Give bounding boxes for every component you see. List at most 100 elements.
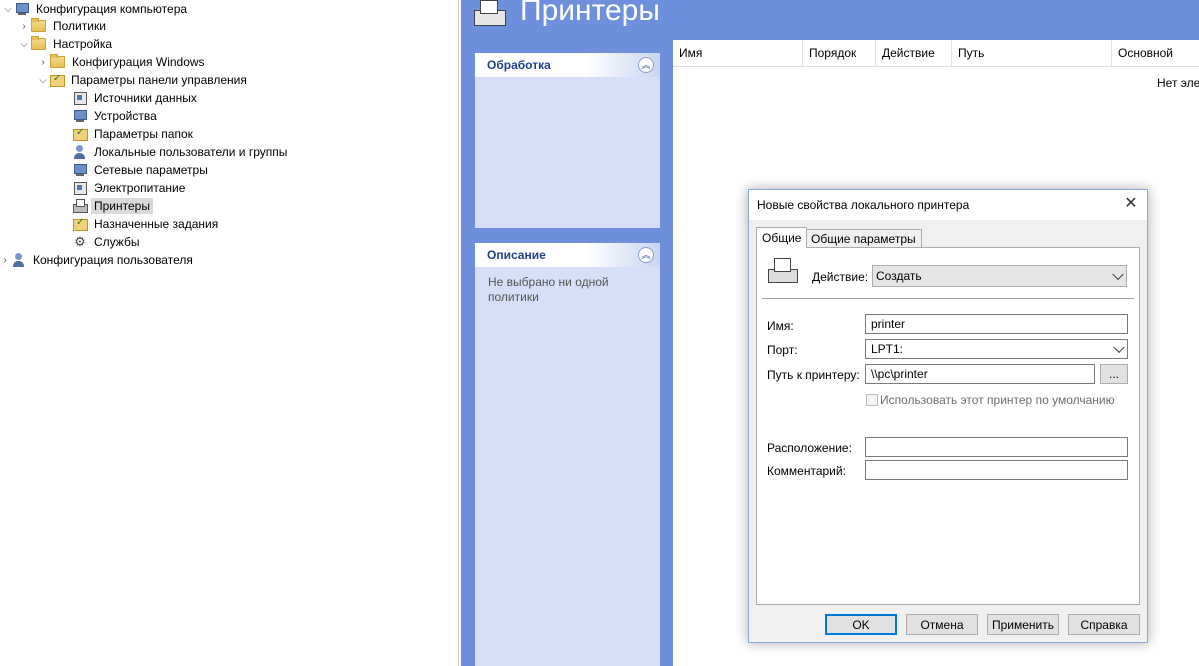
column-header-path[interactable]: Путь bbox=[952, 40, 1112, 66]
processing-panel-header[interactable]: Обработка ︽ bbox=[475, 53, 660, 77]
name-field[interactable]: printer bbox=[865, 314, 1128, 334]
tab-panel-general: Действие: Создать Имя: printer Порт: LPT… bbox=[756, 247, 1140, 605]
collapse-icon[interactable]: ︽ bbox=[638, 247, 654, 263]
printer-properties-dialog: Новые свойства локального принтера ✕ Общ… bbox=[748, 189, 1148, 643]
control-panel-icon bbox=[49, 72, 65, 88]
folder-icon bbox=[31, 36, 46, 50]
chevron-down-icon bbox=[1113, 341, 1125, 354]
tree-item-label: Сетевые параметры bbox=[94, 163, 208, 177]
processing-panel: Обработка ︽ bbox=[475, 53, 660, 228]
local-users-icon bbox=[72, 144, 88, 160]
tree-item-local-users-groups[interactable]: Локальные пользователи и группы bbox=[72, 143, 290, 161]
ok-button[interactable]: OK bbox=[825, 614, 897, 635]
chevron-down-icon[interactable]: ⌵ bbox=[18, 38, 30, 50]
location-label: Расположение: bbox=[767, 441, 852, 455]
close-icon[interactable]: ✕ bbox=[1123, 196, 1139, 212]
list-header: Имя Порядок Действие Путь Основной bbox=[673, 40, 1199, 67]
divider bbox=[762, 298, 1134, 299]
location-field[interactable] bbox=[865, 437, 1128, 457]
processing-panel-title: Обработка bbox=[487, 58, 551, 72]
scheduled-tasks-icon bbox=[72, 216, 88, 232]
printer-icon bbox=[767, 256, 801, 286]
tree-item-power-options[interactable]: Электропитание bbox=[72, 179, 188, 197]
port-label: Порт: bbox=[767, 343, 798, 357]
tree-item-label: Принтеры bbox=[91, 198, 153, 214]
chevron-down-icon[interactable]: ⌵ bbox=[37, 74, 49, 86]
tree-item-label: Конфигурация пользователя bbox=[33, 253, 193, 267]
column-header-name[interactable]: Имя bbox=[673, 40, 803, 66]
comment-label: Комментарий: bbox=[767, 464, 846, 478]
folder-icon bbox=[50, 54, 65, 68]
help-button[interactable]: Справка bbox=[1068, 614, 1140, 635]
tree-item-preferences[interactable]: ⌵ Настройка bbox=[18, 35, 115, 53]
tree-item-network-options[interactable]: Сетевые параметры bbox=[72, 161, 211, 179]
port-select[interactable]: LPT1: bbox=[865, 339, 1128, 359]
tree-item-printers[interactable]: Принтеры bbox=[72, 197, 153, 215]
page-title: Принтеры bbox=[520, 0, 660, 27]
network-icon bbox=[72, 162, 88, 178]
column-header-action[interactable]: Действие bbox=[876, 40, 952, 66]
tree-item-computer-configuration[interactable]: ⌵ Конфигурация компьютера bbox=[2, 0, 190, 18]
chevron-down-icon[interactable]: ⌵ bbox=[2, 3, 14, 15]
tree-item-label: Назначенные задания bbox=[94, 217, 219, 231]
tree-item-folder-options[interactable]: Параметры папок bbox=[72, 125, 196, 143]
description-panel-title: Описание bbox=[487, 248, 546, 262]
description-panel: Описание ︽ Не выбрано ни одной политики bbox=[475, 243, 660, 666]
tree-item-scheduled-tasks[interactable]: Назначенные задания bbox=[72, 215, 221, 233]
tab-general[interactable]: Общие bbox=[756, 227, 808, 248]
dialog-title: Новые свойства локального принтера bbox=[757, 198, 970, 212]
tree-item-devices[interactable]: Устройства bbox=[72, 107, 160, 125]
chevron-right-icon[interactable]: › bbox=[18, 20, 30, 32]
chevron-right-icon[interactable]: › bbox=[0, 254, 11, 266]
devices-icon bbox=[72, 108, 88, 124]
column-header-order[interactable]: Порядок bbox=[803, 40, 876, 66]
apply-button[interactable]: Применить bbox=[987, 614, 1059, 635]
printer-path-label: Путь к принтеру: bbox=[767, 368, 860, 382]
tree-item-label: Локальные пользователи и группы bbox=[94, 145, 288, 159]
tree-item-label: Источники данных bbox=[94, 91, 197, 105]
user-config-icon bbox=[11, 252, 27, 268]
folder-options-icon bbox=[72, 126, 88, 142]
tree-item-label: Параметры папок bbox=[94, 127, 193, 141]
action-select-value: Создать bbox=[876, 269, 922, 283]
tree-item-label: Конфигурация Windows bbox=[72, 55, 205, 69]
power-icon bbox=[72, 180, 88, 196]
port-select-value: LPT1: bbox=[871, 342, 904, 356]
name-label: Имя: bbox=[767, 319, 794, 333]
tree-item-label: Политики bbox=[53, 19, 106, 33]
cancel-button[interactable]: Отмена bbox=[906, 614, 978, 635]
collapse-icon[interactable]: ︽ bbox=[638, 57, 654, 73]
printer-icon bbox=[470, 0, 510, 28]
tree-item-label: Службы bbox=[94, 235, 140, 249]
action-select[interactable]: Создать bbox=[872, 265, 1127, 287]
computer-icon bbox=[14, 1, 30, 17]
description-panel-header[interactable]: Описание ︽ bbox=[475, 243, 660, 267]
column-header-default[interactable]: Основной bbox=[1112, 40, 1199, 66]
description-text: Не выбрано ни одной политики bbox=[488, 275, 609, 304]
printer-icon bbox=[72, 198, 88, 214]
default-printer-label: Использовать этот принтер по умолчанию bbox=[880, 393, 1115, 407]
console-tree: ⌵ Конфигурация компьютера › Политики ⌵ Н… bbox=[0, 0, 459, 666]
action-label: Действие: bbox=[812, 270, 869, 284]
chevron-down-icon bbox=[1112, 268, 1124, 281]
tree-item-policies[interactable]: › Политики bbox=[18, 17, 109, 35]
tab-common[interactable]: Общие параметры bbox=[805, 229, 922, 248]
tree-item-user-configuration[interactable]: › Конфигурация пользователя bbox=[0, 251, 196, 269]
tree-item-windows-settings[interactable]: › Конфигурация Windows bbox=[37, 53, 208, 71]
tree-item-data-sources[interactable]: Источники данных bbox=[72, 89, 200, 107]
dialog-title-bar[interactable]: Новые свойства локального принтера ✕ bbox=[749, 190, 1147, 220]
data-sources-icon bbox=[72, 90, 88, 106]
comment-field[interactable] bbox=[865, 460, 1128, 480]
browse-button[interactable]: ... bbox=[1100, 364, 1128, 384]
chevron-right-icon[interactable]: › bbox=[37, 56, 49, 68]
tree-item-label: Параметры панели управления bbox=[71, 73, 247, 87]
tree-item-services[interactable]: ⚙ Службы bbox=[72, 233, 142, 251]
printer-path-field[interactable]: \\pc\printer bbox=[865, 364, 1095, 384]
tree-item-control-panel-settings[interactable]: ⌵ Параметры панели управления bbox=[37, 71, 250, 89]
services-gear-icon: ⚙ bbox=[74, 234, 86, 249]
tree-item-label: Настройка bbox=[53, 37, 113, 51]
folder-icon bbox=[31, 18, 46, 32]
default-printer-checkbox[interactable] bbox=[866, 394, 878, 406]
empty-list-message: Нет эле bbox=[1157, 76, 1199, 90]
tree-item-label: Электропитание bbox=[94, 181, 186, 195]
